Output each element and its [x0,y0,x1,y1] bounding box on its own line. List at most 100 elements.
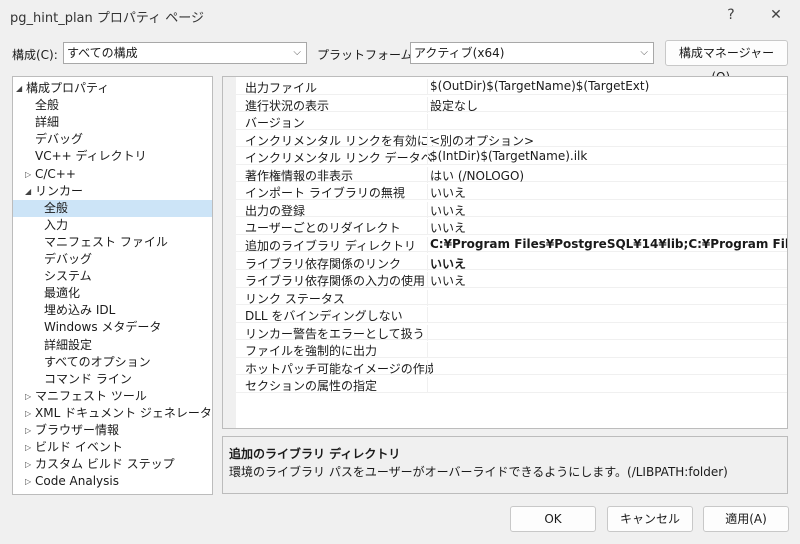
collapsed-arrow-icon[interactable]: ▷ [25,473,31,490]
collapsed-arrow-icon[interactable]: ▷ [25,166,31,183]
tree-item[interactable]: 詳細設定 [13,337,212,354]
tree-item[interactable]: デバッグ [13,251,212,268]
config-label: 構成(C): [12,48,58,62]
tree-item[interactable]: ▷ Code Analysis [13,473,212,490]
property-value[interactable] [427,307,787,324]
property-row[interactable]: ライブラリ依存関係の入力の使用 いいえ [236,270,787,289]
tree-item[interactable]: マニフェスト ファイル [13,234,212,251]
tree-item[interactable]: ▷ ビルド イベント [13,439,212,456]
property-value[interactable]: いいえ [427,201,787,218]
property-row[interactable]: インポート ライブラリの無視 いいえ [236,182,787,201]
tree-item[interactable]: システム [13,268,212,285]
close-button[interactable]: ✕ [763,3,789,27]
apply-button[interactable]: 適用(A) [703,506,789,532]
config-manager-button[interactable]: 構成マネージャー(O)... [665,40,788,84]
description-title: 追加のライブラリ ディレクトリ [229,447,401,461]
property-value[interactable]: いいえ [427,254,787,271]
property-value[interactable]: いいえ [427,272,787,289]
property-value[interactable] [427,324,787,341]
tree-item[interactable]: ▷ ブラウザー情報 [13,422,212,439]
property-row[interactable]: インクリメンタル リンク データベース ファイル$(IntDir)$(Targe… [236,147,787,166]
property-row[interactable]: ユーザーごとのリダイレクト いいえ [236,217,787,236]
property-value[interactable]: $(OutDir)$(TargetName)$(TargetExt) [427,79,787,95]
collapsed-arrow-icon[interactable]: ▷ [25,456,31,473]
tree-item[interactable]: ▷ カスタム ビルド ステップ [13,456,212,473]
tree-item-label: リンカー [35,183,84,198]
property-name: 出力の登録 [245,203,306,218]
property-value[interactable]: はい (/NOLOGO) [427,166,787,183]
tree-item[interactable]: コマンド ライン [13,371,212,388]
property-row[interactable]: 追加のライブラリ ディレクトリ C:¥Program Files¥PostgreS… [236,235,787,253]
property-value[interactable]: 設定なし [427,96,787,113]
property-value[interactable]: <別のオプション> [427,131,787,148]
property-row[interactable]: 進行状況の表示 設定なし [236,95,787,113]
tree-item-label: ブラウザー情報 [35,423,120,437]
property-value[interactable] [427,114,787,131]
config-toolbar: 構成(C): すべての構成 ⌵ プラットフォーム(P): アクティブ(x64) … [0,38,800,84]
tree-item-label: マニフェスト ツール [35,388,147,403]
category-tree[interactable]: ◢ 構成プロパティ 全般 詳細 デバッグ VC++ ディレクトリ ▷ C/C++ ◢ リンカー 全般… [12,76,213,495]
property-row[interactable]: ファイルを強制的に出力 [236,340,787,359]
tree-item[interactable]: VC++ ディレクトリ [13,148,212,165]
property-row[interactable]: セクションの属性の指定 [236,375,787,394]
property-name: セクションの属性の指定 [245,379,378,394]
collapsed-arrow-icon[interactable]: ▷ [25,405,31,422]
platform-combo[interactable]: アクティブ(x64) ⌵ [410,42,654,64]
ok-button[interactable]: OK [510,506,596,532]
tree-item-label: コマンド ライン [44,371,132,386]
property-value[interactable] [427,359,787,376]
property-row[interactable]: ライブラリ依存関係のリンク いいえ [236,253,787,271]
property-name: インポート ライブラリの無視 [245,186,405,201]
description-text: 環境のライブラリ パスをユーザーがオーバーライドできるようにします。(/LIBP… [229,465,728,479]
property-value[interactable]: $(IntDir)$(TargetName).ilk [427,149,787,166]
help-button[interactable]: ? [718,3,744,27]
description-panel: 追加のライブラリ ディレクトリ 環境のライブラリ パスをユーザーがオーバーライド… [222,436,788,494]
property-value[interactable]: いいえ [427,219,787,236]
tree-item[interactable]: 全般 [13,199,212,217]
tree-item[interactable]: すべてのオプション [13,354,212,371]
property-row[interactable]: リンカー警告をエラーとして扱う [236,323,787,341]
expanded-arrow-icon[interactable]: ◢ [25,183,31,200]
property-row[interactable]: バージョン [236,112,787,131]
property-value[interactable] [427,342,787,359]
property-name: ライブラリ依存関係のリンク [245,256,402,271]
property-row[interactable]: DLL をバインディングしない [236,305,787,324]
tree-item[interactable]: 埋め込み IDL [13,302,212,319]
tree-item[interactable]: 入力 [13,217,212,234]
property-row[interactable]: 出力の登録 いいえ [236,200,787,218]
tree-item[interactable]: ▷ C/C++ [13,166,212,183]
property-value[interactable]: C:¥Program Files¥PostgreSQL¥14¥lib;C:¥Pr… [427,236,787,253]
collapsed-arrow-icon[interactable]: ▷ [25,422,31,439]
config-combo[interactable]: すべての構成 ⌵ [63,42,307,64]
tree-item[interactable]: ◢ リンカー [13,183,212,200]
property-value[interactable] [427,289,787,306]
tree-item[interactable]: 詳細 [13,114,212,131]
grid-margin [223,77,236,428]
tree-item[interactable]: ◢ 構成プロパティ [13,80,212,97]
expanded-arrow-icon[interactable]: ◢ [16,80,22,97]
tree-item[interactable]: 全般 [13,97,212,114]
cancel-button[interactable]: キャンセル [607,506,693,532]
property-name: 追加のライブラリ ディレクトリ [245,238,416,253]
tree-item-label: ビルド イベント [35,440,123,455]
property-row[interactable]: 出力ファイル $(OutDir)$(TargetName)$(TargetExt) [236,77,787,95]
tree-item[interactable]: ▷ XML ドキュメント ジェネレーター [13,405,212,422]
tree-item-label: すべてのオプション [44,354,151,369]
tree-item-label: カスタム ビルド ステップ [35,457,175,472]
tree-item[interactable]: デバッグ [13,131,212,148]
tree-item[interactable]: ▷ マニフェスト ツール [13,388,212,405]
property-row[interactable]: ホットパッチ可能なイメージの作成 [236,358,787,376]
tree-item[interactable]: Windows メタデータ [13,319,212,336]
property-row[interactable]: リンク ステータス [236,288,787,306]
property-row[interactable]: インクリメンタル リンクを有効にする <別のオプション> [236,130,787,148]
property-grid[interactable]: 出力ファイル $(OutDir)$(TargetName)$(TargetExt)… [222,76,788,429]
property-value[interactable]: いいえ [427,184,787,201]
window-title: pg_hint_plan プロパティ ページ [10,11,204,26]
collapsed-arrow-icon[interactable]: ▷ [25,388,31,405]
title-bar: pg_hint_plan プロパティ ページ ? ✕ [0,0,800,32]
tree-item[interactable]: 最適化 [13,285,212,302]
property-row[interactable]: 著作権情報の非表示 はい (/NOLOGO) [236,165,787,183]
property-value[interactable] [427,377,787,394]
collapsed-arrow-icon[interactable]: ▷ [25,439,31,456]
tree-item-label: 埋め込み IDL [44,303,116,318]
